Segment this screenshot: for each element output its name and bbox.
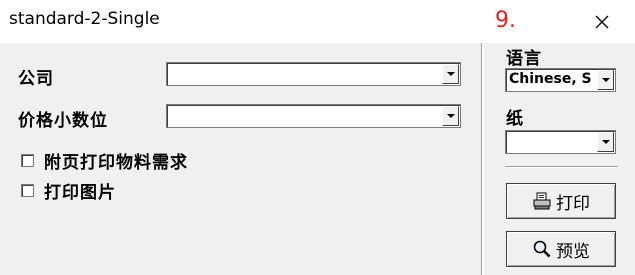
title-bar: standard-2-Single 9.: [0, 0, 635, 43]
language-combo[interactable]: Chinese, S: [505, 68, 616, 92]
language-value: Chinese, S: [509, 71, 592, 87]
preview-button[interactable]: 预览: [506, 231, 616, 267]
printer-icon: [533, 192, 551, 210]
window-title: standard-2-Single: [9, 9, 160, 29]
attach-material-checkbox[interactable]: 附页打印物料需求: [21, 148, 188, 173]
print-button-label: 打印: [556, 193, 590, 214]
print-picture-label: 打印图片: [44, 183, 116, 203]
paper-label: 纸: [506, 109, 524, 129]
company-label: 公司: [18, 69, 54, 89]
magnifier-icon: [533, 240, 551, 258]
preview-button-label: 预览: [556, 241, 590, 262]
print-button[interactable]: 打印: [506, 183, 616, 219]
chevron-down-icon[interactable]: [597, 70, 614, 90]
vertical-divider: [481, 43, 484, 275]
decimal-combo[interactable]: [166, 104, 461, 128]
chevron-down-icon[interactable]: [442, 106, 459, 126]
chevron-down-icon[interactable]: [442, 64, 459, 84]
close-button[interactable]: [582, 6, 622, 38]
chevron-down-icon[interactable]: [597, 132, 614, 152]
print-picture-checkbox[interactable]: 打印图片: [21, 178, 116, 203]
company-combo[interactable]: [166, 62, 461, 86]
language-label: 语言: [506, 49, 542, 69]
step-marker: 9.: [495, 8, 516, 33]
attach-material-label: 附页打印物料需求: [44, 153, 188, 173]
decimal-label: 价格小数位: [18, 111, 108, 131]
horizontal-separator: [505, 166, 618, 168]
checkbox-box[interactable]: [21, 154, 34, 167]
close-icon: [595, 15, 609, 29]
checkbox-box[interactable]: [21, 184, 34, 197]
paper-combo[interactable]: [505, 130, 616, 154]
